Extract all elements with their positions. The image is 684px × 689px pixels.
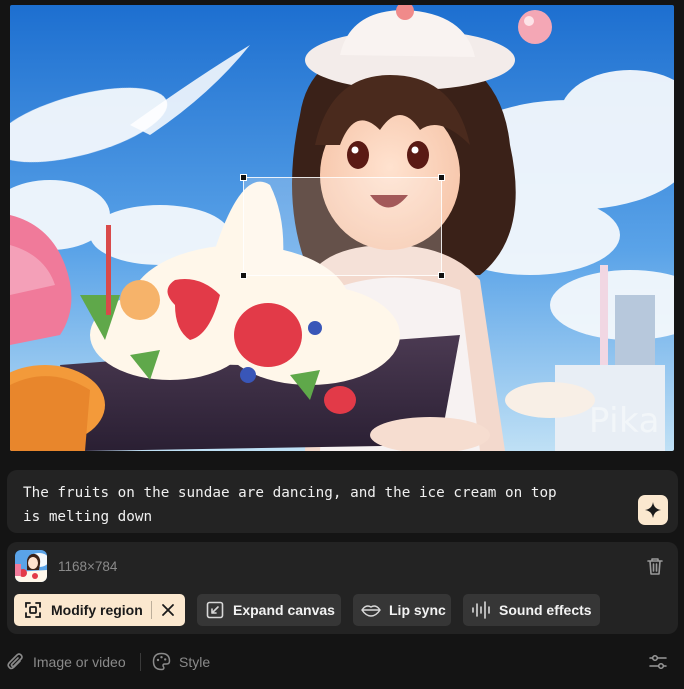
chip-divider [150, 601, 152, 619]
region-select-icon [25, 602, 41, 618]
resize-handle-top-right[interactable] [438, 174, 445, 181]
resize-handle-top-left[interactable] [240, 174, 247, 181]
lips-icon [361, 605, 381, 617]
lip-sync-label: Lip sync [389, 602, 446, 618]
source-image-panel: 1168×784 Modify region Expand canvas Lip… [7, 542, 678, 634]
expand-canvas-label: Expand canvas [233, 602, 335, 618]
thumbnail-image [15, 550, 47, 582]
trash-icon[interactable] [644, 555, 666, 577]
toolbar-divider [140, 653, 141, 671]
expand-canvas-button[interactable]: Expand canvas [197, 594, 341, 626]
bottom-toolbar: Image or video Style [0, 648, 684, 678]
remove-modify-region-button[interactable] [161, 603, 175, 617]
lip-sync-button[interactable]: Lip sync [353, 594, 451, 626]
resize-handle-bottom-left[interactable] [240, 272, 247, 279]
modify-region-chip[interactable]: Modify region [14, 594, 185, 626]
image-dimensions: 1168×784 [58, 559, 118, 574]
prompt-box[interactable]: The fruits on the sundae are dancing, an… [7, 470, 678, 533]
sparkle-icon [645, 502, 661, 518]
modify-region-box[interactable] [240, 174, 445, 279]
style-button[interactable]: Style [152, 652, 210, 671]
sound-effects-button[interactable]: Sound effects [463, 594, 600, 626]
style-label: Style [179, 653, 211, 670]
attach-label: Image or video [33, 654, 126, 670]
pika-watermark: Pika [588, 401, 660, 441]
expand-canvas-icon [206, 601, 224, 619]
paperclip-icon [7, 653, 23, 670]
prompt-input[interactable]: The fruits on the sundae are dancing, an… [23, 481, 623, 529]
modify-region-label: Modify region [51, 602, 143, 618]
enhance-prompt-button[interactable] [638, 495, 668, 525]
palette-icon [152, 652, 171, 671]
attach-image-or-video-button[interactable]: Image or video [6, 652, 126, 672]
resize-handle-bottom-right[interactable] [438, 272, 445, 279]
sliders-icon[interactable] [649, 653, 667, 671]
close-icon [161, 604, 174, 616]
source-thumbnail[interactable] [15, 550, 47, 582]
image-preview: Pika [10, 5, 674, 451]
sound-effects-label: Sound effects [499, 602, 592, 618]
sound-wave-icon [472, 601, 490, 619]
